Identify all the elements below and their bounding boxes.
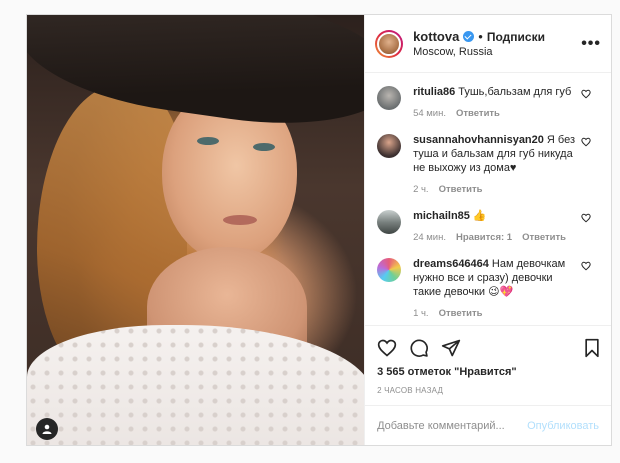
tagged-user-icon[interactable] — [36, 418, 58, 440]
comment-item: michailn85 👍 24 мин. Нравится: 1 Ответить — [377, 209, 599, 245]
comment-like-heart-icon[interactable] — [581, 213, 591, 223]
post-card: kottova • Подписки Moscow, Russia ••• ri… — [26, 14, 612, 446]
comment-time[interactable]: 1 ч. — [413, 307, 429, 321]
comment-input[interactable] — [377, 419, 528, 432]
comment-avatar[interactable] — [377, 86, 402, 110]
comment-time[interactable]: 54 мин. — [413, 107, 446, 121]
comment-username[interactable]: dreams646464 — [413, 258, 489, 270]
comment-bubble-icon[interactable] — [409, 338, 429, 358]
add-comment-bar: Опубликовать — [365, 405, 611, 445]
comment-like-heart-icon[interactable] — [581, 89, 591, 99]
comment-text: Тушь,бальзам для губ — [458, 86, 572, 98]
comment-text: 👍 — [472, 210, 487, 222]
likes-count[interactable]: 3 565 отметок "Нравится" — [377, 366, 599, 378]
share-direct-icon[interactable] — [441, 338, 461, 358]
separator-dot: • — [478, 29, 483, 44]
photo-eye-left — [197, 137, 219, 145]
reply-button[interactable]: Ответить — [456, 107, 500, 121]
comment-avatar[interactable] — [377, 210, 402, 234]
comments-list: ritulia86 Тушь,бальзам для губ 54 мин. От… — [365, 73, 611, 325]
like-heart-icon[interactable] — [377, 338, 397, 358]
comment-avatar[interactable] — [377, 258, 402, 282]
comment-item: ritulia86 Тушь,бальзам для губ 54 мин. От… — [377, 85, 599, 121]
comment-likes-count[interactable]: Нравится: 1 — [456, 231, 512, 245]
comment-username[interactable]: michailn85 — [413, 210, 470, 222]
photo-blouse — [27, 325, 365, 445]
post-comment-button[interactable]: Опубликовать — [527, 420, 599, 432]
reply-button[interactable]: Ответить — [439, 307, 483, 321]
comment-time[interactable]: 2 ч. — [413, 183, 429, 197]
comment-like-heart-icon[interactable] — [581, 261, 591, 271]
more-options-icon[interactable]: ••• — [581, 35, 601, 53]
reply-button[interactable]: Ответить — [522, 231, 566, 245]
post-actions: 3 565 отметок "Нравится" 2 ЧАСОВ НАЗАД — [365, 325, 611, 395]
photo-eye-right — [253, 143, 275, 151]
post-timestamp[interactable]: 2 ЧАСОВ НАЗАД — [377, 386, 599, 395]
following-button[interactable]: Подписки — [487, 30, 545, 44]
comment-avatar[interactable] — [377, 134, 402, 158]
photo-lips — [223, 215, 257, 225]
post-username[interactable]: kottova — [413, 29, 459, 44]
comment-item: susannahovhannisyan20 Я без туша и бальза… — [377, 133, 599, 197]
action-icons — [377, 330, 599, 366]
comment-username[interactable]: ritulia86 — [413, 86, 455, 98]
post-location[interactable]: Moscow, Russia — [413, 46, 545, 58]
verified-icon — [463, 31, 475, 42]
comment-username[interactable]: susannahovhannisyan20 — [413, 134, 544, 146]
avatar[interactable] — [375, 29, 404, 58]
comment-time[interactable]: 24 мин. — [413, 231, 446, 245]
comment-item: dreams646464 Нам девочкам нужно все и сра… — [377, 257, 599, 321]
post-sidebar: kottova • Подписки Moscow, Russia ••• ri… — [364, 15, 611, 445]
post-photo[interactable] — [27, 15, 365, 445]
post-header: kottova • Подписки Moscow, Russia ••• — [365, 15, 611, 73]
bookmark-icon[interactable] — [583, 338, 601, 358]
reply-button[interactable]: Ответить — [439, 183, 483, 197]
comment-like-heart-icon[interactable] — [581, 137, 591, 147]
